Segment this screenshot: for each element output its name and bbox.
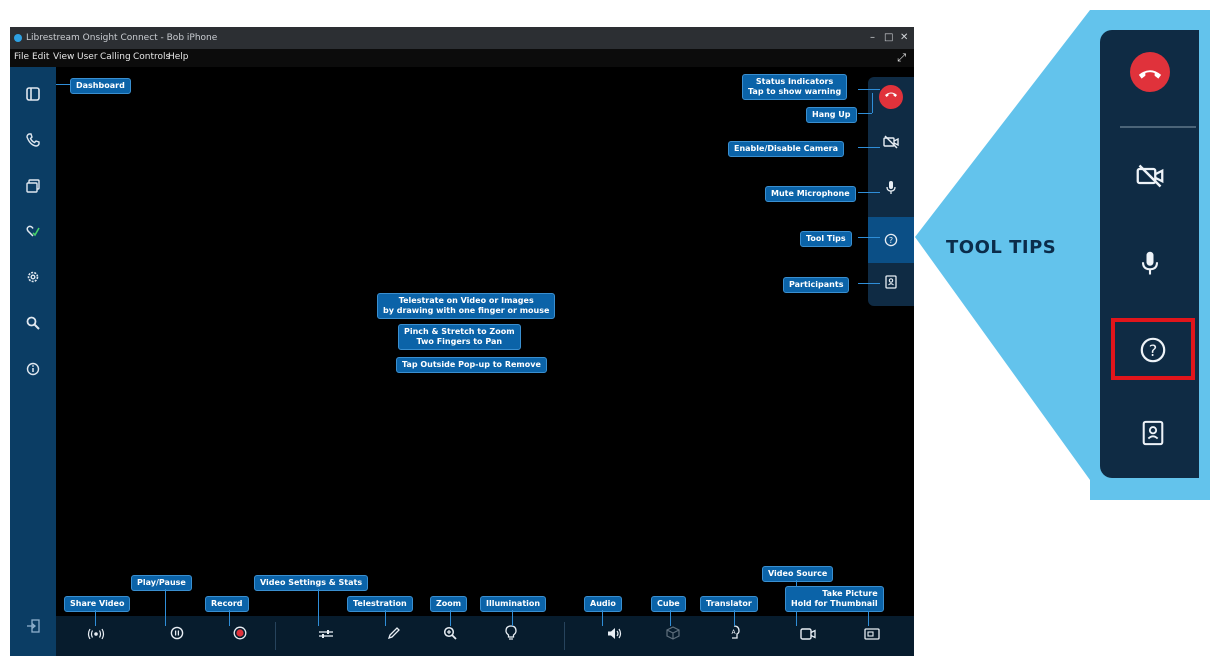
phone-icon[interactable] bbox=[22, 131, 44, 153]
share-video-tooltip: Share Video bbox=[64, 596, 131, 612]
gallery-icon[interactable] bbox=[22, 177, 44, 199]
menu-help[interactable]: Help bbox=[168, 52, 189, 62]
hang-up-icon[interactable] bbox=[879, 85, 903, 109]
toolbar-separator bbox=[564, 622, 565, 650]
menu-user[interactable]: User bbox=[77, 52, 98, 62]
leader-line bbox=[858, 89, 880, 90]
take-picture-tooltip: Take Picture Hold for Thumbnail bbox=[785, 586, 884, 612]
menu-controls[interactable]: Controls bbox=[133, 52, 170, 62]
translator-icon[interactable]: A bbox=[722, 625, 746, 647]
leader-line bbox=[165, 589, 166, 626]
title-bar: Librestream Onsight Connect - Bob iPhone… bbox=[10, 27, 914, 49]
telestrate-help-tooltip: Telestrate on Video or Images by drawing… bbox=[377, 293, 556, 319]
leader-line bbox=[318, 589, 319, 626]
leader-line bbox=[858, 283, 880, 284]
toolbar-separator bbox=[275, 622, 276, 650]
heart-check-icon[interactable] bbox=[22, 222, 44, 244]
zoomed-divider bbox=[1120, 126, 1196, 128]
menu-file[interactable]: File bbox=[14, 52, 29, 62]
leader-line bbox=[385, 610, 386, 626]
leader-line bbox=[858, 147, 880, 148]
leader-line bbox=[95, 610, 96, 626]
take-picture-icon[interactable] bbox=[860, 625, 884, 647]
svg-text:?: ? bbox=[1149, 341, 1158, 360]
lightbulb-icon[interactable] bbox=[499, 625, 523, 647]
leader-line bbox=[868, 611, 869, 626]
microphone-icon[interactable] bbox=[879, 180, 903, 204]
leader-line bbox=[450, 610, 451, 626]
participants-tooltip: Participants bbox=[783, 277, 850, 293]
leader-line bbox=[858, 113, 872, 114]
callout-label: TOOL TIPS bbox=[946, 237, 1057, 258]
zoomed-microphone-icon[interactable] bbox=[1130, 243, 1170, 283]
leader-line bbox=[872, 93, 873, 113]
zoomed-camera-off-icon[interactable] bbox=[1130, 155, 1170, 195]
leader-line bbox=[734, 610, 735, 626]
leader-line bbox=[56, 84, 70, 85]
maximize-button[interactable]: □ bbox=[884, 27, 893, 49]
exit-icon[interactable] bbox=[22, 617, 44, 639]
tap-outside-help-tooltip: Tap Outside Pop-up to Remove bbox=[396, 357, 547, 373]
illumination-tooltip: Illumination bbox=[480, 596, 547, 612]
tool-tips-icon[interactable]: ? bbox=[868, 217, 914, 263]
leader-line bbox=[670, 610, 671, 626]
zoom-tooltip: Zoom bbox=[430, 596, 468, 612]
zoom-icon[interactable] bbox=[438, 625, 462, 647]
video-settings-tooltip: Video Settings & Stats bbox=[254, 575, 369, 591]
tool-tips-tooltip: Tool Tips bbox=[800, 231, 852, 247]
zoomed-tool-tips-icon[interactable]: ? bbox=[1133, 329, 1173, 369]
leader-line bbox=[229, 610, 230, 626]
app-logo-icon bbox=[14, 34, 22, 42]
camera-off-icon[interactable] bbox=[879, 133, 903, 157]
gear-icon[interactable] bbox=[22, 268, 44, 290]
dashboard-icon[interactable] bbox=[22, 85, 44, 107]
leader-line bbox=[858, 237, 880, 238]
menu-edit[interactable]: Edit bbox=[32, 52, 49, 62]
svg-text:A: A bbox=[731, 629, 736, 636]
video-source-icon[interactable] bbox=[796, 625, 820, 647]
menu-calling[interactable]: Calling bbox=[100, 52, 131, 62]
record-tooltip: Record bbox=[205, 596, 249, 612]
cube-icon[interactable] bbox=[661, 625, 685, 647]
video-settings-icon[interactable] bbox=[314, 625, 338, 647]
app-window: Librestream Onsight Connect - Bob iPhone… bbox=[10, 27, 914, 656]
menu-view[interactable]: View bbox=[53, 52, 74, 62]
minimize-button[interactable]: – bbox=[870, 27, 875, 49]
play-pause-icon[interactable] bbox=[165, 625, 189, 647]
close-button[interactable]: ✕ bbox=[900, 27, 908, 49]
status-indicators-tooltip: Status Indicators Tap to show warning bbox=[742, 74, 848, 100]
enable-disable-camera-tooltip: Enable/Disable Camera bbox=[728, 141, 844, 157]
fullscreen-icon[interactable]: ⤢ bbox=[897, 51, 906, 65]
sidebar bbox=[10, 67, 56, 656]
record-icon[interactable] bbox=[228, 625, 252, 647]
telestration-tooltip: Telestration bbox=[347, 596, 413, 612]
play-pause-tooltip: Play/Pause bbox=[131, 575, 192, 591]
window-title: Librestream Onsight Connect - Bob iPhone bbox=[26, 33, 218, 43]
dashboard-tooltip: Dashboard bbox=[70, 78, 131, 94]
pencil-icon[interactable] bbox=[382, 625, 406, 647]
svg-text:?: ? bbox=[889, 236, 893, 245]
video-source-tooltip: Video Source bbox=[762, 566, 834, 582]
participants-icon[interactable] bbox=[879, 273, 903, 297]
hang-up-tooltip: Hang Up bbox=[806, 107, 857, 123]
mute-microphone-tooltip: Mute Microphone bbox=[765, 186, 856, 202]
leader-line bbox=[512, 610, 513, 626]
menu-bar: File Edit View User Calling Controls Hel… bbox=[10, 49, 914, 67]
zoomed-hang-up-icon[interactable] bbox=[1130, 52, 1170, 92]
info-icon[interactable] bbox=[22, 360, 44, 382]
pinch-zoom-help-tooltip: Pinch & Stretch to Zoom Two Fingers to P… bbox=[398, 324, 521, 350]
leader-line bbox=[858, 192, 880, 193]
search-icon[interactable] bbox=[22, 314, 44, 336]
leader-line bbox=[602, 610, 603, 626]
speaker-icon[interactable] bbox=[602, 625, 626, 647]
share-video-icon[interactable] bbox=[84, 625, 108, 647]
translator-tooltip: Translator bbox=[700, 596, 758, 612]
bottom-toolbar: A bbox=[56, 616, 914, 656]
cube-tooltip: Cube bbox=[651, 596, 686, 612]
zoomed-participants-icon[interactable] bbox=[1133, 412, 1173, 452]
